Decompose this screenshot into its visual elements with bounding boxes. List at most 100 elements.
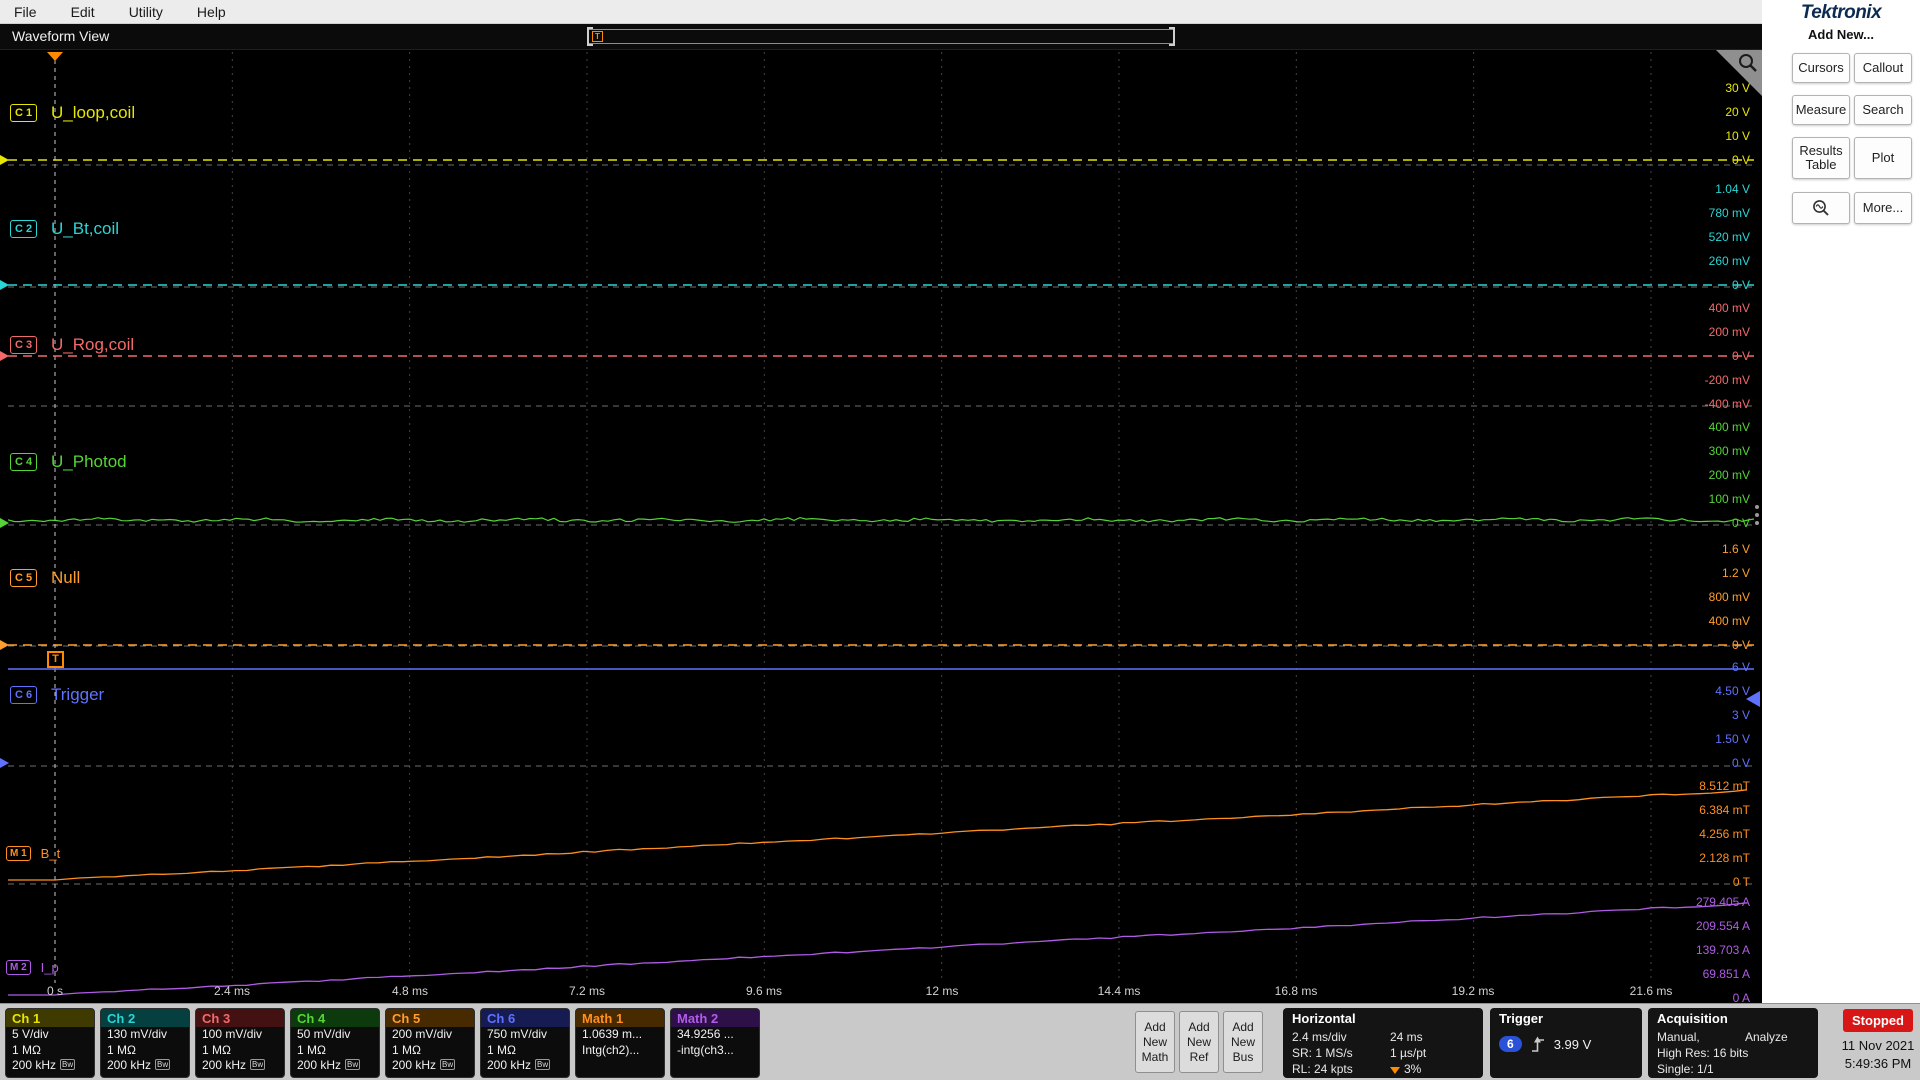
channel-name-label: U_Photod <box>51 452 127 472</box>
channel-row-c3[interactable]: C 3U_Rog,coil <box>10 334 134 356</box>
channel-badge-c1[interactable]: C 1 <box>10 104 37 122</box>
horizontal-value-left: RL: 24 kpts <box>1292 1061 1390 1077</box>
zoom-scope-icon <box>1811 198 1831 218</box>
vertical-scale-label: 800 mV <box>1650 590 1750 604</box>
badge-setting-line: 1.0639 m... <box>576 1027 664 1043</box>
waveform-view-panel: Waveform View T T C 1U_loop,coilC 2U_Bt,… <box>0 24 1762 1003</box>
add-new-button-line: Ref <box>1190 1050 1209 1065</box>
channel-badge-c6[interactable]: C 6 <box>10 686 37 704</box>
trigger-settings-row: 6 3.99 V <box>1499 1035 1633 1053</box>
settings-badge-ch2[interactable]: Ch 2130 mV/div1 MΩ200 kHzBw <box>100 1008 190 1078</box>
waveform-plot-area[interactable]: T C 1U_loop,coil C 2U_Bt,coil C 3U_Rog,coi… <box>0 50 1762 1003</box>
channel-row-c2[interactable]: C 2U_Bt,coil <box>10 218 119 240</box>
menu-utility[interactable]: Utility <box>129 4 163 20</box>
vertical-scale-label: 30 V <box>1650 81 1750 95</box>
menu-edit[interactable]: Edit <box>71 4 95 20</box>
acquisition-mode: Manual, <box>1657 1029 1745 1045</box>
channel-badge-m2[interactable]: M 2 <box>6 960 31 975</box>
settings-badge-math2[interactable]: Math 234.9256 ...-intg(ch3... <box>670 1008 760 1078</box>
overview-right-endcap[interactable] <box>1169 27 1175 46</box>
channel-row-c4[interactable]: C 4 U_Photod <box>10 451 127 473</box>
trigger-source-badge[interactable]: 6 <box>1499 1036 1522 1052</box>
vertical-scale-label: 4.256 mT <box>1650 827 1750 841</box>
channel-row-m2[interactable]: M 2I_p <box>6 956 59 978</box>
channel-badge-c3[interactable]: C 3 <box>10 336 37 354</box>
vertical-scale-label: 209.554 A <box>1650 919 1750 933</box>
vertical-scale-label: 2.128 mT <box>1650 851 1750 865</box>
channel-row-c6[interactable]: C 6Trigger <box>10 684 104 706</box>
badge-setting-line: 1 MΩ <box>291 1043 379 1059</box>
add-new-search-button[interactable]: Search <box>1854 95 1912 125</box>
acquisition-status-button[interactable]: Stopped <box>1843 1009 1913 1032</box>
badge-setting-line: 200 kHzBw <box>101 1058 189 1074</box>
channel-row-c1[interactable]: C 1U_loop,coil <box>10 102 135 124</box>
add-new-button-line: New <box>1231 1035 1255 1050</box>
trigger-panel[interactable]: Trigger 6 3.99 V <box>1490 1008 1642 1078</box>
badge-setting-line: 1 MΩ <box>101 1043 189 1059</box>
settings-badge-ch3[interactable]: Ch 3100 mV/div1 MΩ200 kHzBw <box>195 1008 285 1078</box>
add-new-math-button[interactable]: AddNewMath <box>1135 1011 1175 1073</box>
add-new-button-line: New <box>1187 1035 1211 1050</box>
add-new-more-button[interactable]: More... <box>1854 192 1912 224</box>
rising-edge-slope-icon <box>1531 1035 1545 1053</box>
add-new-bus-button[interactable]: AddNewBus <box>1223 1011 1263 1073</box>
vertical-scale-label: 0 T <box>1650 875 1750 889</box>
badge-channel-name: Ch 6 <box>481 1009 569 1027</box>
channel-badge-m1[interactable]: M 1 <box>6 846 31 861</box>
settings-badge-ch5[interactable]: Ch 5200 mV/div1 MΩ200 kHzBw <box>385 1008 475 1078</box>
add-new-ref-button[interactable]: AddNewRef <box>1179 1011 1219 1073</box>
add-new-results-table-button[interactable]: Results Table <box>1792 137 1850 179</box>
trigger-position-badge[interactable]: T <box>47 651 64 668</box>
vertical-scale-label: 6.384 mT <box>1650 803 1750 817</box>
add-new-plot-button[interactable]: Plot <box>1854 137 1912 179</box>
settings-badge-ch1[interactable]: Ch 15 V/div1 MΩ200 kHzBw <box>5 1008 95 1078</box>
channel-name-label: Null <box>51 568 80 588</box>
menu-file[interactable]: File <box>14 4 37 20</box>
vertical-scale-label: 0 V <box>1650 638 1750 652</box>
waveform-graticule[interactable] <box>0 50 1762 1003</box>
badge-setting-line: 750 mV/div <box>481 1027 569 1043</box>
acquisition-panel[interactable]: Acquisition Manual, Analyze High Res: 16… <box>1648 1008 1818 1078</box>
badge-setting-line: 1 MΩ <box>196 1043 284 1059</box>
horizontal-value-left: 2.4 ms/div <box>1292 1029 1390 1045</box>
bandwidth-icon: Bw <box>345 1059 360 1070</box>
vertical-scale-label: 200 mV <box>1650 325 1750 339</box>
add-new-cursors-button[interactable]: Cursors <box>1792 53 1850 83</box>
channel-row-c5[interactable]: C 5 Null <box>10 567 80 589</box>
time-axis-label: 12 ms <box>910 984 974 998</box>
acquisition-analyze: Analyze <box>1745 1029 1788 1045</box>
add-new-button-line: Add <box>1232 1020 1253 1035</box>
add-new-measure-button[interactable]: Measure <box>1792 95 1850 125</box>
zoom-tool-button[interactable] <box>1792 192 1850 224</box>
badge-setting-line: 200 kHzBw <box>6 1058 94 1074</box>
acquisition-single: Single: 1/1 <box>1657 1061 1809 1077</box>
horizontal-overview-scrollbar[interactable]: T <box>588 29 1174 44</box>
vertical-scale-label: 300 mV <box>1650 444 1750 458</box>
vertical-scale-label: 400 mV <box>1650 420 1750 434</box>
channel-badge-c5[interactable]: C 5 <box>10 569 37 587</box>
channel-badge-c4[interactable]: C 4 <box>10 453 37 471</box>
settings-badge-ch4[interactable]: Ch 450 mV/div1 MΩ200 kHzBw <box>290 1008 380 1078</box>
time-axis-label: 9.6 ms <box>732 984 796 998</box>
menu-help[interactable]: Help <box>197 4 226 20</box>
add-new-callout-button[interactable]: Callout <box>1854 53 1912 83</box>
channel-row-m1[interactable]: M 1B_t <box>6 842 60 864</box>
menu-bar: File Edit Utility Help <box>0 0 1762 24</box>
time-axis-label: 16.8 ms <box>1264 984 1328 998</box>
panel-splitter-handle[interactable] <box>1752 498 1761 532</box>
horizontal-panel[interactable]: Horizontal 2.4 ms/div24 msSR: 1 MS/s1 µs… <box>1283 1008 1483 1078</box>
settings-badge-math1[interactable]: Math 11.0639 m...Intg(ch2)... <box>575 1008 665 1078</box>
trigger-level-value: 3.99 V <box>1554 1037 1592 1052</box>
channel-badge-c2[interactable]: C 2 <box>10 220 37 238</box>
time-axis-label: 0 s <box>23 984 87 998</box>
vertical-scale-label: 69.851 A <box>1650 967 1750 981</box>
right-sidebar: Tektronix Add New... CursorsCalloutMeasu… <box>1762 0 1920 1003</box>
vertical-scale-label: -200 mV <box>1650 373 1750 387</box>
time-axis-label: 14.4 ms <box>1087 984 1151 998</box>
add-new-button-line: Bus <box>1233 1050 1254 1065</box>
vertical-scale-label: 100 mV <box>1650 492 1750 506</box>
add-new-button-line: Add <box>1188 1020 1209 1035</box>
badge-setting-line: Intg(ch2)... <box>576 1043 664 1059</box>
settings-badge-ch6[interactable]: Ch 6750 mV/div1 MΩ200 kHzBw <box>480 1008 570 1078</box>
horizontal-row: SR: 1 MS/s1 µs/pt <box>1292 1045 1474 1061</box>
